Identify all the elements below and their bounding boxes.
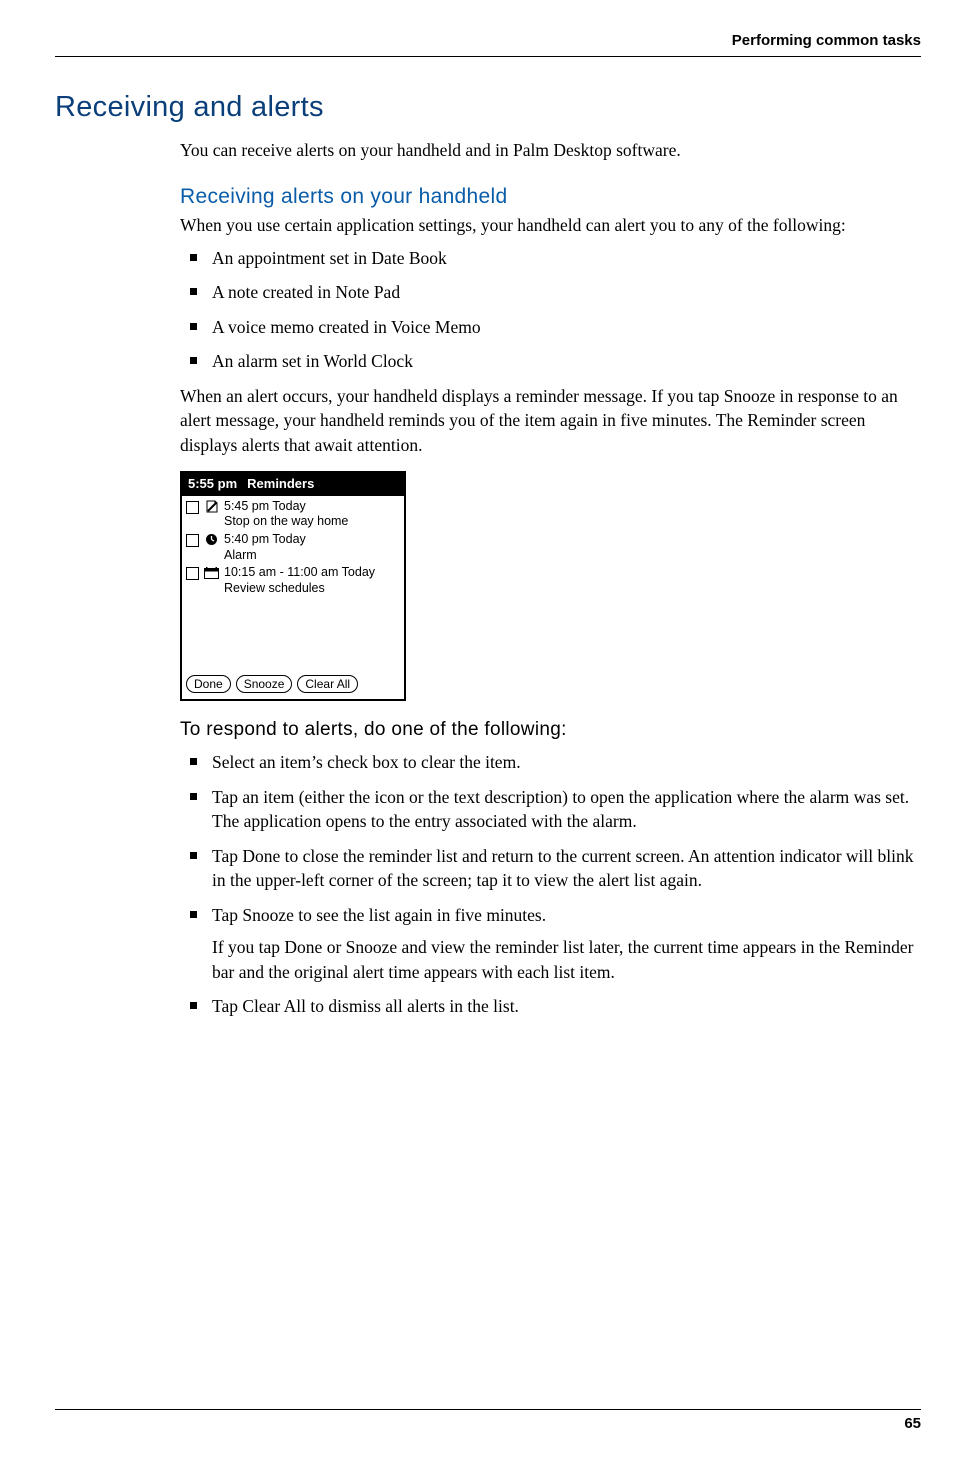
reminder-desc-line: Alarm xyxy=(224,548,306,564)
snooze-button: Snooze xyxy=(236,675,293,693)
list-item: An alarm set in World Clock xyxy=(180,349,921,374)
reminder-item: 5:45 pm Today Stop on the way home xyxy=(186,499,400,530)
page: Performing common tasks Receiving and al… xyxy=(0,0,976,1466)
clear-all-button: Clear All xyxy=(297,675,358,693)
paragraph-settings-alert: When you use certain application setting… xyxy=(180,213,921,238)
clock-icon xyxy=(204,533,219,546)
page-footer: 65 xyxy=(55,1409,921,1434)
list-item-followup: If you tap Done or Snooze and view the r… xyxy=(212,935,921,984)
list-item: An appointment set in Date Book xyxy=(180,246,921,271)
respond-steps-list: Select an item’s check box to clear the … xyxy=(180,750,921,1019)
content-body: You can receive alerts on your handheld … xyxy=(180,138,921,1019)
reminder-text: 5:40 pm Today Alarm xyxy=(224,532,306,563)
done-button: Done xyxy=(186,675,231,693)
intro-paragraph: You can receive alerts on your handheld … xyxy=(180,138,921,163)
reminder-desc-line: Stop on the way home xyxy=(224,514,348,530)
reminders-button-row: Done Snooze Clear All xyxy=(182,670,404,699)
subheading-receiving-on-handheld: Receiving alerts on your handheld xyxy=(180,182,921,211)
reminders-titlebar: 5:55 pm Reminders xyxy=(182,473,404,495)
task-heading-respond-alerts: To respond to alerts, do one of the foll… xyxy=(180,717,921,744)
list-item-text: Tap Snooze to see the list again in five… xyxy=(212,905,546,925)
reminders-title: Reminders xyxy=(247,475,314,493)
list-item: Tap Clear All to dismiss all alerts in t… xyxy=(180,994,921,1019)
reminder-text: 5:45 pm Today Stop on the way home xyxy=(224,499,348,530)
list-item: Select an item’s check box to clear the … xyxy=(180,750,921,775)
reminder-time-line: 10:15 am - 11:00 am Today xyxy=(224,565,375,579)
reminder-desc-line: Review schedules xyxy=(224,581,375,597)
checkbox-icon xyxy=(186,534,199,547)
running-header: Performing common tasks xyxy=(55,30,921,57)
list-item: Tap an item (either the icon or the text… xyxy=(180,785,921,834)
reminder-item: 10:15 am - 11:00 am Today Review schedul… xyxy=(186,565,400,596)
list-item: A note created in Note Pad xyxy=(180,280,921,305)
paragraph-snooze-behavior: When an alert occurs, your handheld disp… xyxy=(180,384,921,458)
list-item: Tap Snooze to see the list again in five… xyxy=(180,903,921,985)
checkbox-icon xyxy=(186,567,199,580)
reminder-time-line: 5:40 pm Today xyxy=(224,532,306,546)
calendar-icon xyxy=(204,566,219,579)
reminder-time-line: 5:45 pm Today xyxy=(224,499,306,513)
alert-types-list: An appointment set in Date Book A note c… xyxy=(180,246,921,374)
note-icon xyxy=(204,500,219,513)
list-item: A voice memo created in Voice Memo xyxy=(180,315,921,340)
reminder-item: 5:40 pm Today Alarm xyxy=(186,532,400,563)
reminders-time: 5:55 pm xyxy=(188,475,237,493)
heading-receiving-and-alerts: Receiving and alerts xyxy=(55,87,921,128)
reminders-screenshot: 5:55 pm Reminders 5:45 pm Today Stop on … xyxy=(180,471,406,701)
reminder-text: 10:15 am - 11:00 am Today Review schedul… xyxy=(224,565,375,596)
page-number: 65 xyxy=(904,1415,921,1432)
list-item: Tap Done to close the reminder list and … xyxy=(180,844,921,893)
checkbox-icon xyxy=(186,501,199,514)
reminders-body: 5:45 pm Today Stop on the way home 5:40 … xyxy=(182,496,404,671)
